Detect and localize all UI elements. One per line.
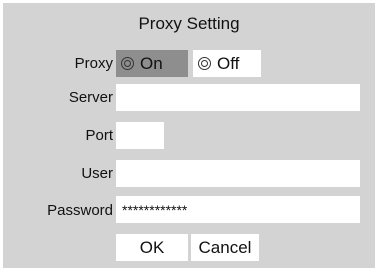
- user-input[interactable]: [116, 160, 360, 187]
- radio-unselected-icon: [198, 57, 211, 70]
- proxy-on-label: On: [140, 53, 163, 73]
- cancel-button[interactable]: Cancel: [191, 234, 259, 261]
- radio-selected-icon: [121, 57, 134, 70]
- dialog-title: Proxy Setting: [138, 14, 240, 33]
- password-input[interactable]: [116, 196, 360, 223]
- proxy-off-label: Off: [217, 53, 240, 73]
- password-label: Password: [47, 202, 113, 219]
- port-label: Port: [85, 127, 113, 144]
- proxy-off-radio[interactable]: Off: [193, 50, 261, 77]
- server-label: Server: [68, 89, 113, 106]
- proxy-on-radio[interactable]: On: [116, 50, 188, 77]
- port-input[interactable]: [116, 122, 164, 149]
- proxy-setting-dialog: Proxy Setting Proxy On Off Server Port U…: [3, 3, 375, 268]
- ok-button[interactable]: OK: [116, 234, 188, 261]
- server-input[interactable]: [116, 84, 360, 111]
- proxy-label: Proxy: [74, 55, 113, 72]
- user-label: User: [81, 165, 113, 182]
